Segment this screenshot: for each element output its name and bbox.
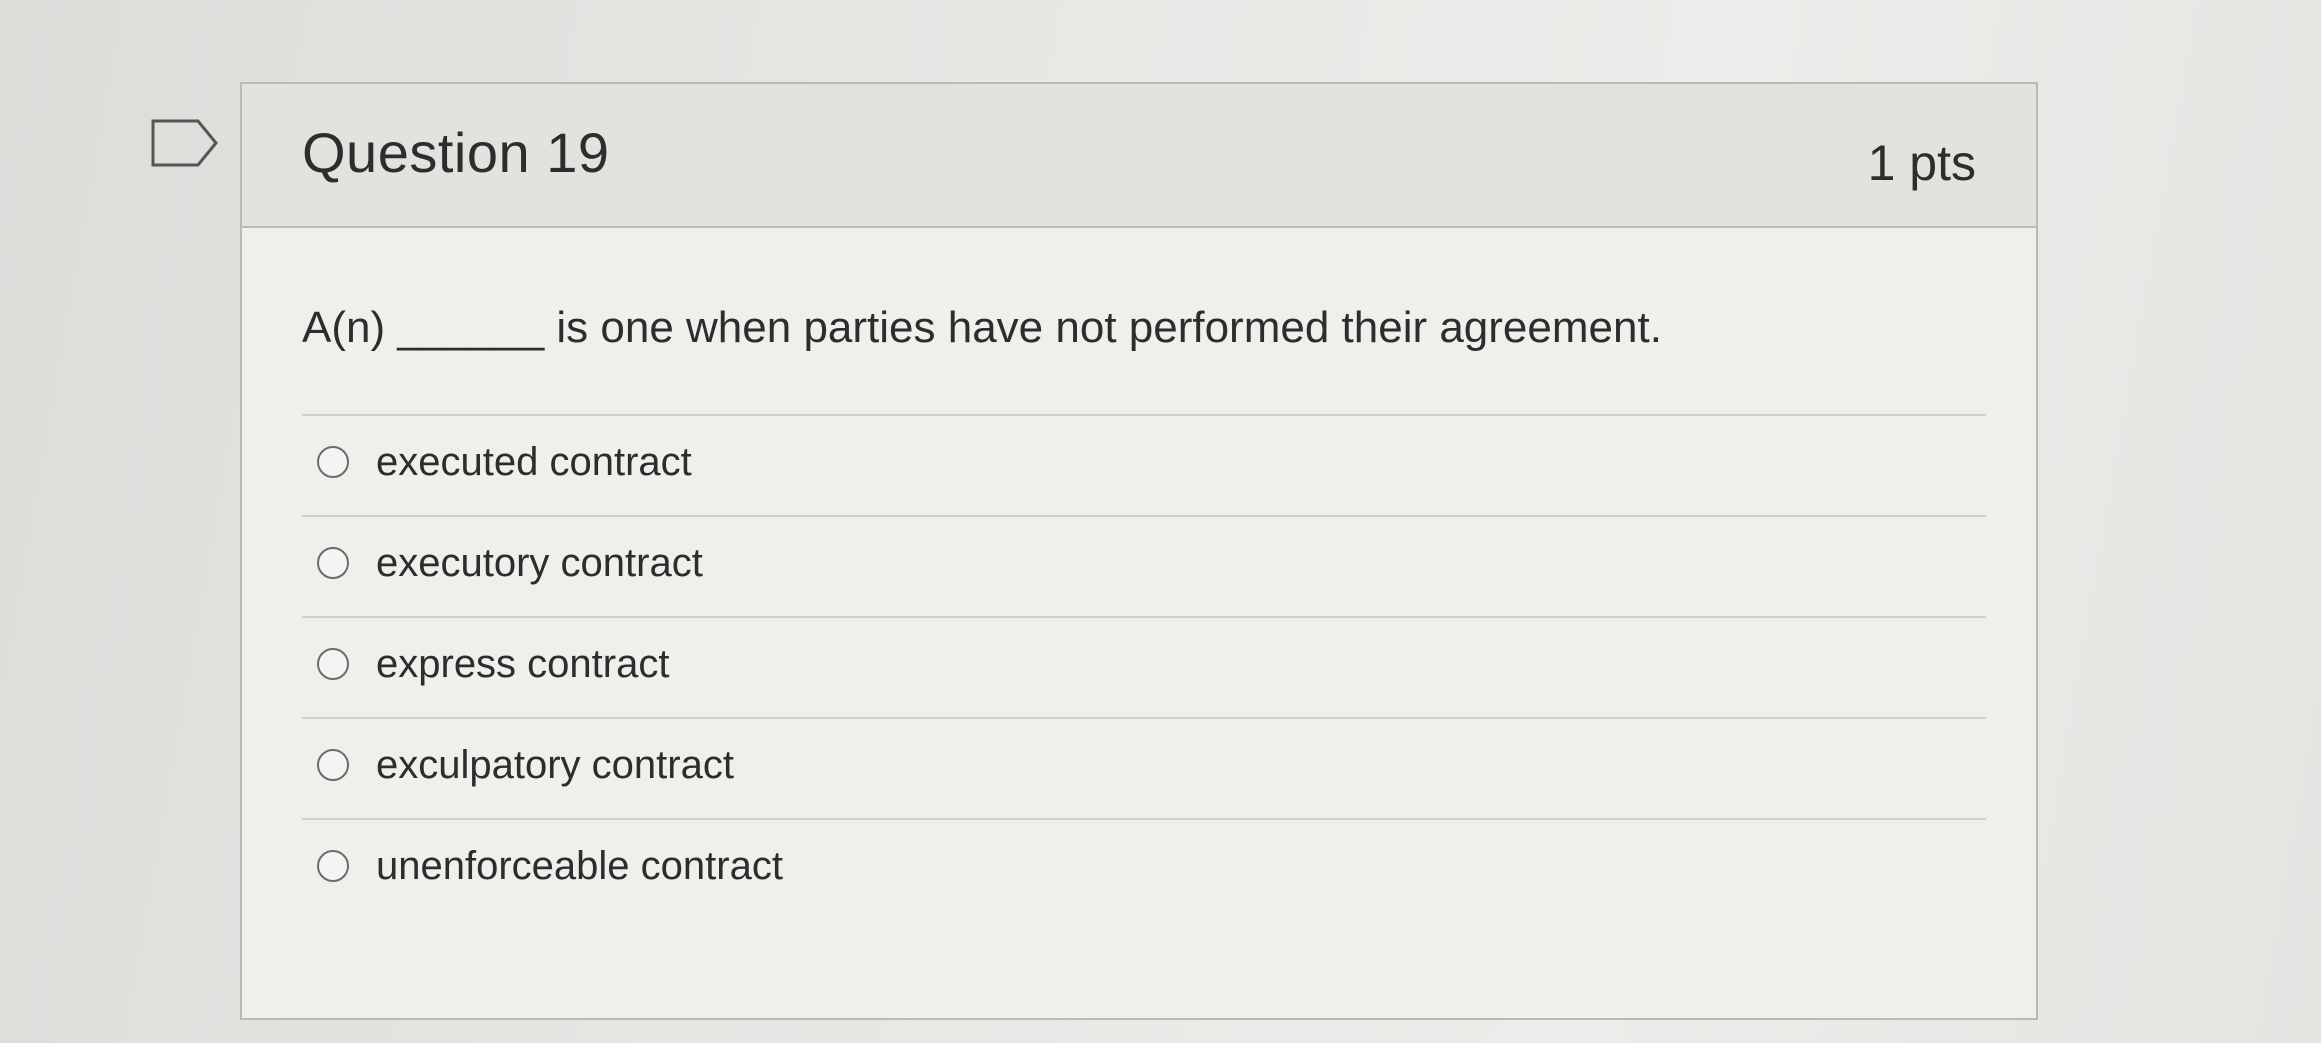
answer-option[interactable]: executory contract [302, 517, 1986, 618]
answer-option[interactable]: express contract [302, 618, 1986, 719]
answer-label[interactable]: executory contract [376, 541, 703, 586]
answer-option[interactable]: exculpatory contract [302, 719, 1986, 820]
question-header: Question 19 1 pts [242, 84, 2036, 228]
question-body: A(n) ______ is one when parties have not… [302, 226, 1986, 921]
radio-button[interactable] [317, 749, 349, 781]
radio-button[interactable] [317, 850, 349, 882]
radio-button[interactable] [317, 648, 349, 680]
radio-button[interactable] [317, 446, 349, 478]
answer-list: executed contract executory contract exp… [302, 416, 1986, 921]
radio-button[interactable] [317, 547, 349, 579]
answer-label[interactable]: unenforceable contract [376, 844, 783, 889]
answer-label[interactable]: express contract [376, 642, 669, 687]
question-title: Question 19 [302, 121, 610, 184]
answer-label[interactable]: exculpatory contract [376, 743, 734, 788]
question-text: A(n) ______ is one when parties have not… [302, 303, 1662, 352]
answer-option[interactable]: unenforceable contract [302, 820, 1986, 921]
flag-question-icon[interactable] [150, 118, 220, 168]
question-card: Question 19 1 pts A(n) ______ is one whe… [240, 82, 2038, 1020]
question-points: 1 pts [1867, 135, 1976, 191]
answer-label[interactable]: executed contract [376, 440, 692, 485]
answer-option[interactable]: executed contract [302, 416, 1986, 517]
